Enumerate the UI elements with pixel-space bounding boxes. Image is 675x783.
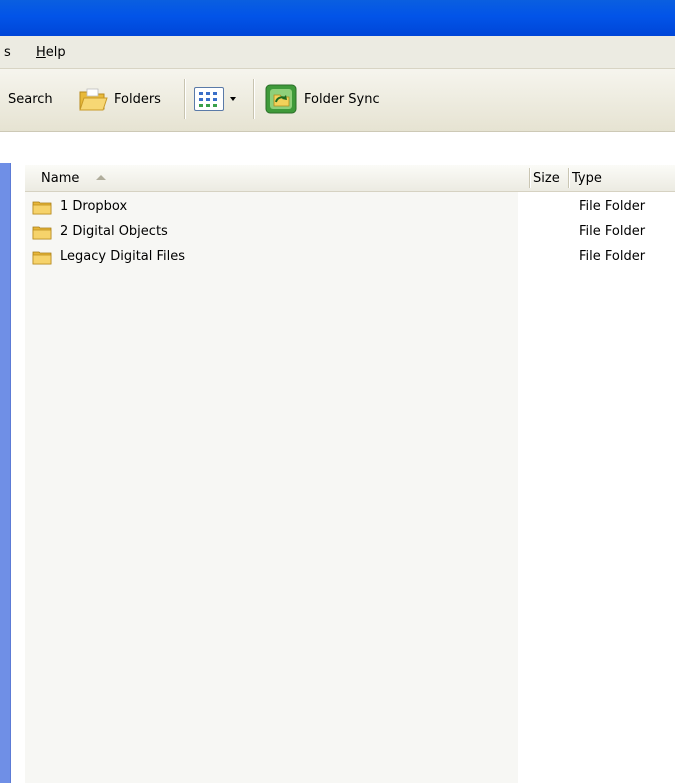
file-row[interactable]: Legacy Digital Files File Folder (25, 245, 675, 270)
folder-icon (32, 226, 52, 240)
folder-sync-icon (265, 84, 297, 114)
menu-item-help[interactable]: Help (36, 45, 66, 60)
chevron-down-icon[interactable] (230, 97, 236, 101)
column-divider[interactable] (529, 168, 530, 188)
name-column-highlight (25, 192, 518, 783)
address-area (0, 132, 675, 162)
menu-item-tools-clipped[interactable]: s (4, 45, 11, 60)
toolbar-separator (184, 79, 185, 119)
menu-help-rest: elp (45, 45, 66, 60)
column-header-type[interactable]: Type (572, 171, 602, 186)
file-name: 2 Digital Objects (60, 224, 168, 239)
file-row[interactable]: 1 Dropbox File Folder (25, 195, 675, 220)
toolbar-separator (253, 79, 254, 119)
window-titlebar[interactable] (0, 0, 675, 36)
file-type: File Folder (579, 199, 646, 214)
sort-ascending-icon (96, 175, 106, 180)
folder-icon (79, 88, 108, 111)
folder-sync-button[interactable]: Folder Sync (264, 83, 380, 115)
file-name: Legacy Digital Files (60, 249, 186, 264)
menu-bar: s Help (0, 36, 675, 69)
views-icon (194, 87, 224, 111)
left-task-pane (0, 163, 11, 783)
file-type: File Folder (579, 224, 646, 239)
folders-button[interactable]: Folders (78, 83, 161, 115)
file-type: File Folder (579, 249, 646, 264)
menu-help-accelerator: H (36, 45, 46, 60)
file-row[interactable]: 2 Digital Objects File Folder (25, 220, 675, 245)
file-name: 1 Dropbox (60, 199, 128, 214)
column-divider[interactable] (568, 168, 569, 188)
folders-button-label: Folders (114, 91, 161, 107)
toolbar: Search Folders Folder Sync (0, 69, 675, 132)
folder-icon (32, 251, 52, 265)
folder-icon (32, 201, 52, 215)
search-button[interactable]: Search (8, 83, 53, 115)
column-header-size[interactable]: Size (533, 171, 560, 186)
column-header-row: Name Size Type (25, 165, 675, 192)
file-list: 1 Dropbox File Folder 2 Digital Objects … (25, 195, 675, 270)
search-button-label: Search (8, 91, 53, 107)
column-header-name[interactable]: Name (41, 171, 79, 186)
folder-sync-label: Folder Sync (304, 91, 380, 107)
views-button[interactable] (194, 83, 246, 115)
